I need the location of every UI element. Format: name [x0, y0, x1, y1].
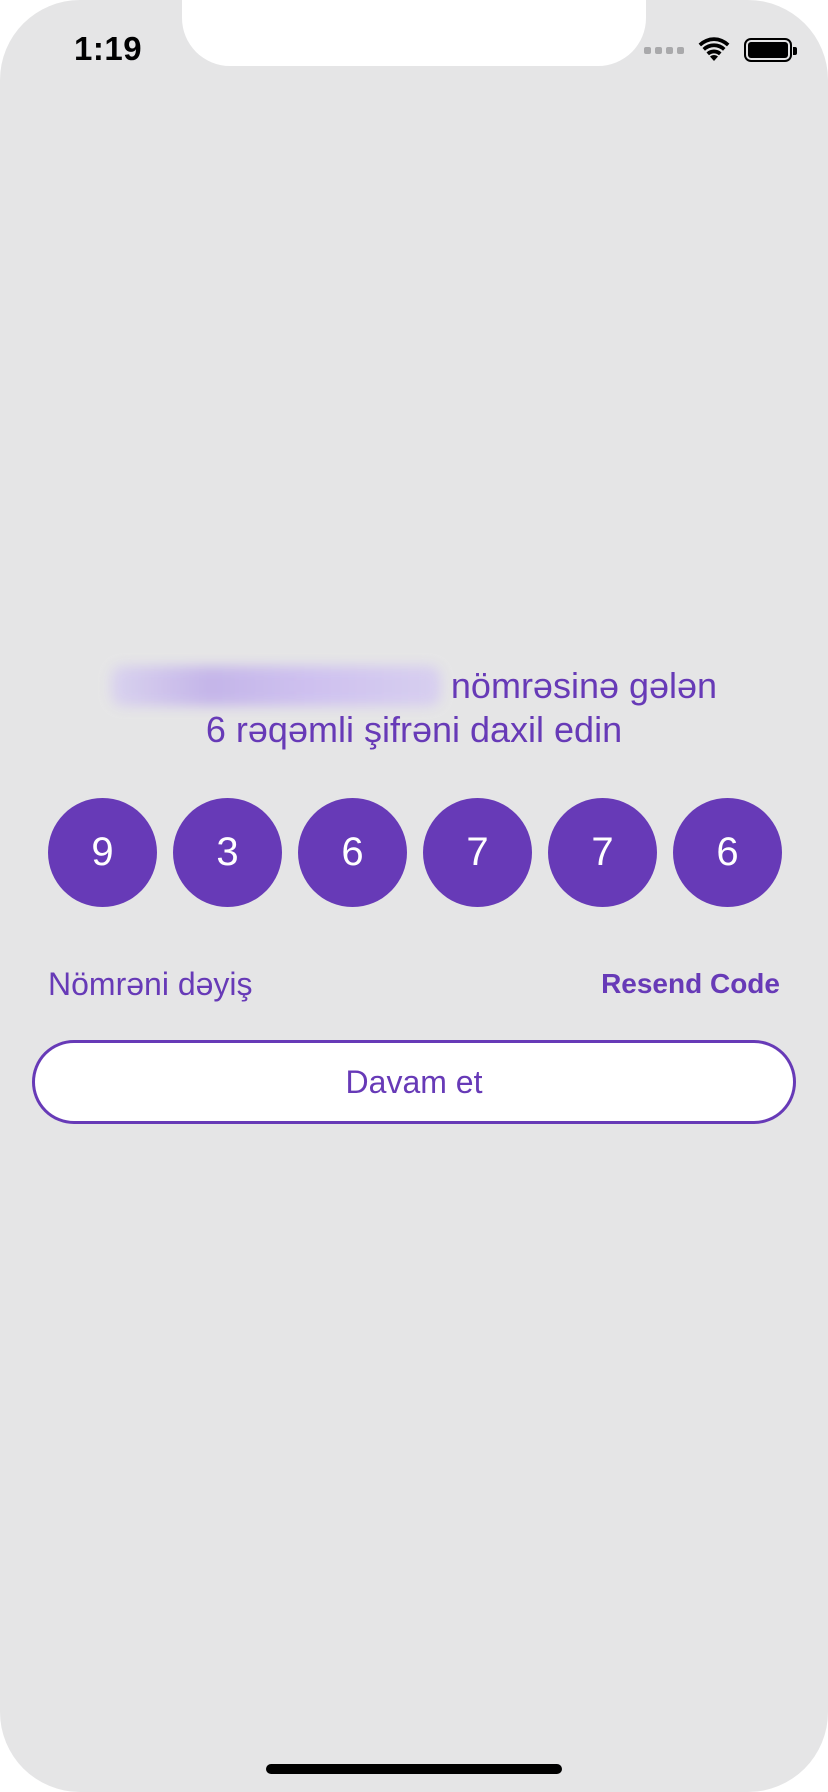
signal-icon	[644, 46, 684, 54]
continue-button[interactable]: Davam et	[32, 1040, 796, 1124]
otp-input[interactable]: 9 3 6 7 7 6	[48, 798, 782, 907]
change-number-link[interactable]: Nömrəni dəyiş	[48, 966, 253, 1003]
otp-prompt: nömrəsinə gələn 6 rəqəmli şifrəni daxil …	[0, 664, 828, 752]
otp-digit-1[interactable]: 9	[48, 798, 157, 907]
prompt-line-1: nömrəsinə gələn	[0, 664, 828, 708]
battery-icon	[744, 38, 797, 62]
home-indicator[interactable]	[266, 1764, 562, 1774]
status-time: 1:19	[74, 30, 143, 67]
resend-code-link[interactable]: Resend Code	[601, 968, 780, 1000]
otp-digit-2[interactable]: 3	[173, 798, 282, 907]
otp-digit-4[interactable]: 7	[423, 798, 532, 907]
device-notch	[182, 0, 646, 66]
prompt-line-2: 6 rəqəmli şifrəni daxil edin	[205, 709, 623, 750]
otp-digit-6[interactable]: 6	[673, 798, 782, 907]
blurred-phone-number	[110, 666, 441, 706]
prompt-line-1-text: nömrəsinə gələn	[450, 665, 718, 706]
status-icons	[644, 36, 797, 64]
otp-digit-5[interactable]: 7	[548, 798, 657, 907]
screen: 1:19 nömrəsinə gələn 6 rəqəmli şifrəni d…	[0, 0, 828, 1792]
wifi-icon	[698, 37, 730, 61]
continue-button-label: Davam et	[345, 1063, 483, 1100]
otp-digit-3[interactable]: 6	[298, 798, 407, 907]
